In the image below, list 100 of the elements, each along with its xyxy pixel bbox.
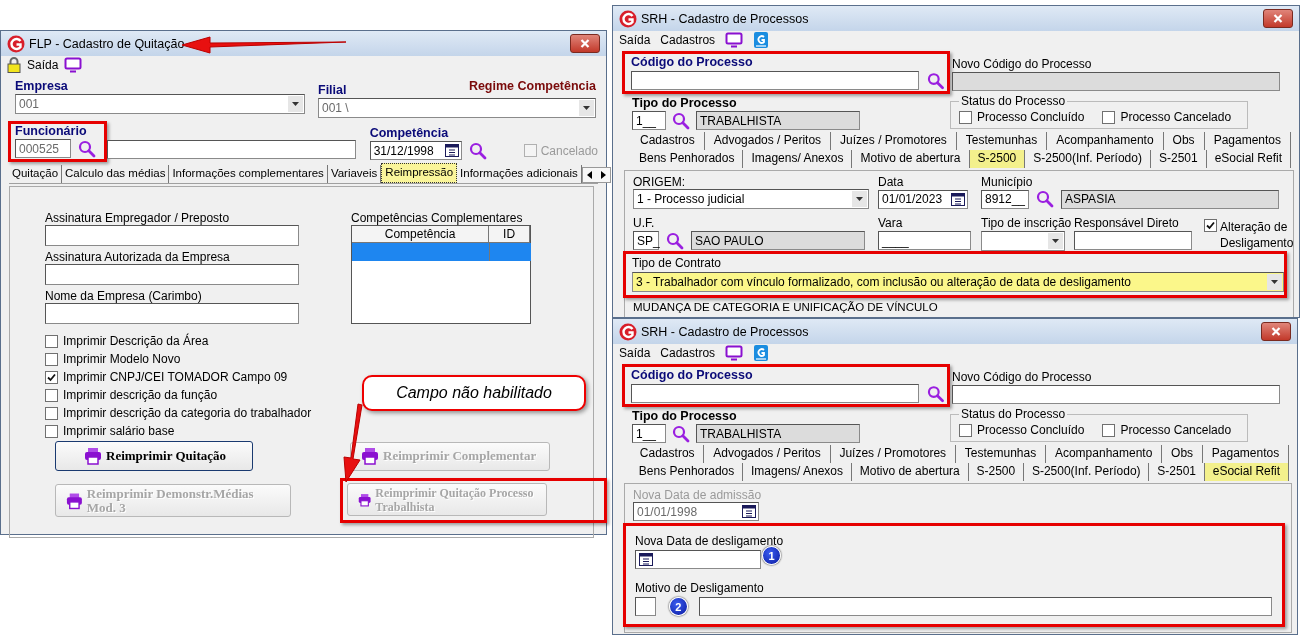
dropdown[interactable]: 001: [15, 94, 305, 114]
checkbox[interactable]: [1102, 110, 1116, 124]
menu-item[interactable]: Cadastros: [660, 33, 716, 47]
calendar-icon[interactable]: [951, 192, 965, 206]
tab[interactable]: Imagens/ Anexos: [743, 463, 852, 481]
input-field[interactable]: [45, 303, 299, 324]
tab[interactable]: Obs: [1163, 132, 1205, 150]
tab[interactable]: S-2500: [968, 463, 1025, 481]
caret-icon[interactable]: [852, 191, 867, 207]
tab[interactable]: S-2501: [1150, 150, 1207, 168]
input-field[interactable]: ____: [878, 231, 971, 250]
input-field[interactable]: [631, 384, 919, 403]
tab[interactable]: Cadastros: [631, 132, 705, 150]
dropdown[interactable]: 001 \: [318, 98, 596, 118]
tab[interactable]: Advogados / Peritos: [704, 445, 831, 463]
column-header[interactable]: Competência: [352, 226, 490, 243]
dropdown[interactable]: 1 - Processo judicial: [633, 189, 869, 209]
input-field[interactable]: [635, 597, 656, 616]
search-icon[interactable]: [926, 384, 944, 403]
tab[interactable]: S-2500(Inf. Período): [1025, 150, 1151, 168]
search-icon[interactable]: [672, 111, 690, 130]
tab[interactable]: Reimpressão: [381, 163, 458, 183]
input-field[interactable]: 1__: [632, 111, 666, 130]
tab[interactable]: eSocial Refit: [1206, 150, 1292, 168]
monitor-icon[interactable]: [725, 345, 744, 361]
input-field[interactable]: [45, 264, 299, 285]
tab[interactable]: S-2500: [969, 150, 1026, 168]
tab[interactable]: Pagamentos: [1204, 132, 1291, 150]
tab[interactable]: Quitação: [9, 165, 63, 183]
menu-item[interactable]: Cadastros: [660, 346, 716, 360]
tab[interactable]: Cadastros: [631, 445, 705, 463]
caret-icon[interactable]: [288, 96, 303, 112]
tab[interactable]: Acompanhamento: [1047, 132, 1164, 150]
input-field[interactable]: 000525: [15, 139, 71, 158]
dropdown[interactable]: 3 - Trabalhador com vínculo formalizado, com inclusão ou alteração de data de desligamento: [632, 272, 1284, 292]
date-field[interactable]: 31/12/1998: [369, 141, 462, 160]
close-button[interactable]: [570, 34, 600, 53]
tab[interactable]: eSocial Refit: [1204, 463, 1289, 481]
checkbox[interactable]: [1204, 219, 1217, 232]
calendar-icon[interactable]: [444, 144, 459, 157]
tab[interactable]: Motivo de abertura: [851, 463, 969, 481]
tab[interactable]: Juízes / Promotores: [831, 132, 957, 150]
column-header[interactable]: ID: [489, 226, 530, 243]
caret-icon[interactable]: [1048, 232, 1063, 249]
input-field[interactable]: ASPASIA: [1061, 189, 1279, 209]
menu-item[interactable]: Saída: [619, 33, 651, 47]
input-field[interactable]: [698, 597, 1272, 616]
tab[interactable]: Informações complementares: [169, 165, 328, 183]
input-field[interactable]: 8912__: [981, 189, 1029, 209]
checkbox[interactable]: [45, 424, 58, 438]
input-field[interactable]: SP_: [633, 231, 659, 250]
caret-icon[interactable]: [579, 100, 594, 116]
tab[interactable]: S-2501: [1149, 463, 1205, 481]
input-field[interactable]: TRABALHISTA: [696, 424, 860, 443]
help-book-icon[interactable]: [753, 31, 770, 49]
checkbox[interactable]: [959, 423, 972, 437]
caret-icon[interactable]: [1267, 274, 1282, 290]
tab[interactable]: Obs: [1162, 445, 1203, 463]
checkbox[interactable]: [959, 110, 972, 124]
tab[interactable]: Testemunhas: [956, 445, 1047, 463]
search-icon[interactable]: [1036, 190, 1054, 208]
input-field[interactable]: SAO PAULO: [691, 231, 865, 250]
tab[interactable]: Informações adicionais: [457, 165, 582, 183]
search-icon[interactable]: [666, 231, 684, 250]
input-field[interactable]: [45, 225, 299, 246]
monitor-icon[interactable]: [725, 32, 744, 48]
monitor-icon[interactable]: [64, 57, 83, 73]
tab[interactable]: Juízes / Promotores: [830, 445, 956, 463]
checkbox[interactable]: [45, 334, 58, 348]
input-field[interactable]: [1074, 231, 1192, 250]
menu-item[interactable]: Saída: [27, 58, 59, 72]
close-button[interactable]: [1263, 9, 1293, 28]
search-icon[interactable]: [672, 424, 690, 443]
close-button[interactable]: [1261, 322, 1291, 341]
input-field[interactable]: 1__: [632, 424, 666, 443]
date-field[interactable]: 01/01/2023: [878, 189, 968, 209]
tab[interactable]: Imagens/ Anexos: [743, 150, 853, 168]
tab[interactable]: Bens Penhorados: [631, 150, 744, 168]
menu-item[interactable]: Saída: [619, 346, 651, 360]
search-icon[interactable]: [926, 71, 944, 90]
help-book-icon[interactable]: [753, 344, 770, 362]
input-field[interactable]: [952, 385, 1280, 404]
checkbox[interactable]: [45, 370, 58, 384]
date-field[interactable]: [635, 550, 761, 569]
tab-scroll-control[interactable]: [581, 167, 611, 183]
input-field[interactable]: [107, 140, 356, 159]
checkbox[interactable]: [45, 352, 58, 366]
search-icon[interactable]: [468, 141, 487, 160]
search-icon[interactable]: [78, 139, 96, 158]
tab[interactable]: Motivo de abertura: [852, 150, 970, 168]
tab[interactable]: S-2500(Inf. Período): [1024, 463, 1150, 481]
input-field[interactable]: TRABALHISTA: [696, 111, 860, 130]
data-grid[interactable]: Competência ID: [351, 225, 531, 324]
checkbox[interactable]: [45, 388, 58, 402]
tab[interactable]: Advogados / Peritos: [704, 132, 832, 150]
tab[interactable]: Acompanhamento: [1046, 445, 1163, 463]
calendar-icon[interactable]: [639, 553, 653, 566]
input-field[interactable]: [631, 71, 919, 90]
dropdown[interactable]: [981, 230, 1065, 251]
tab[interactable]: Calculo das médias: [62, 165, 170, 183]
